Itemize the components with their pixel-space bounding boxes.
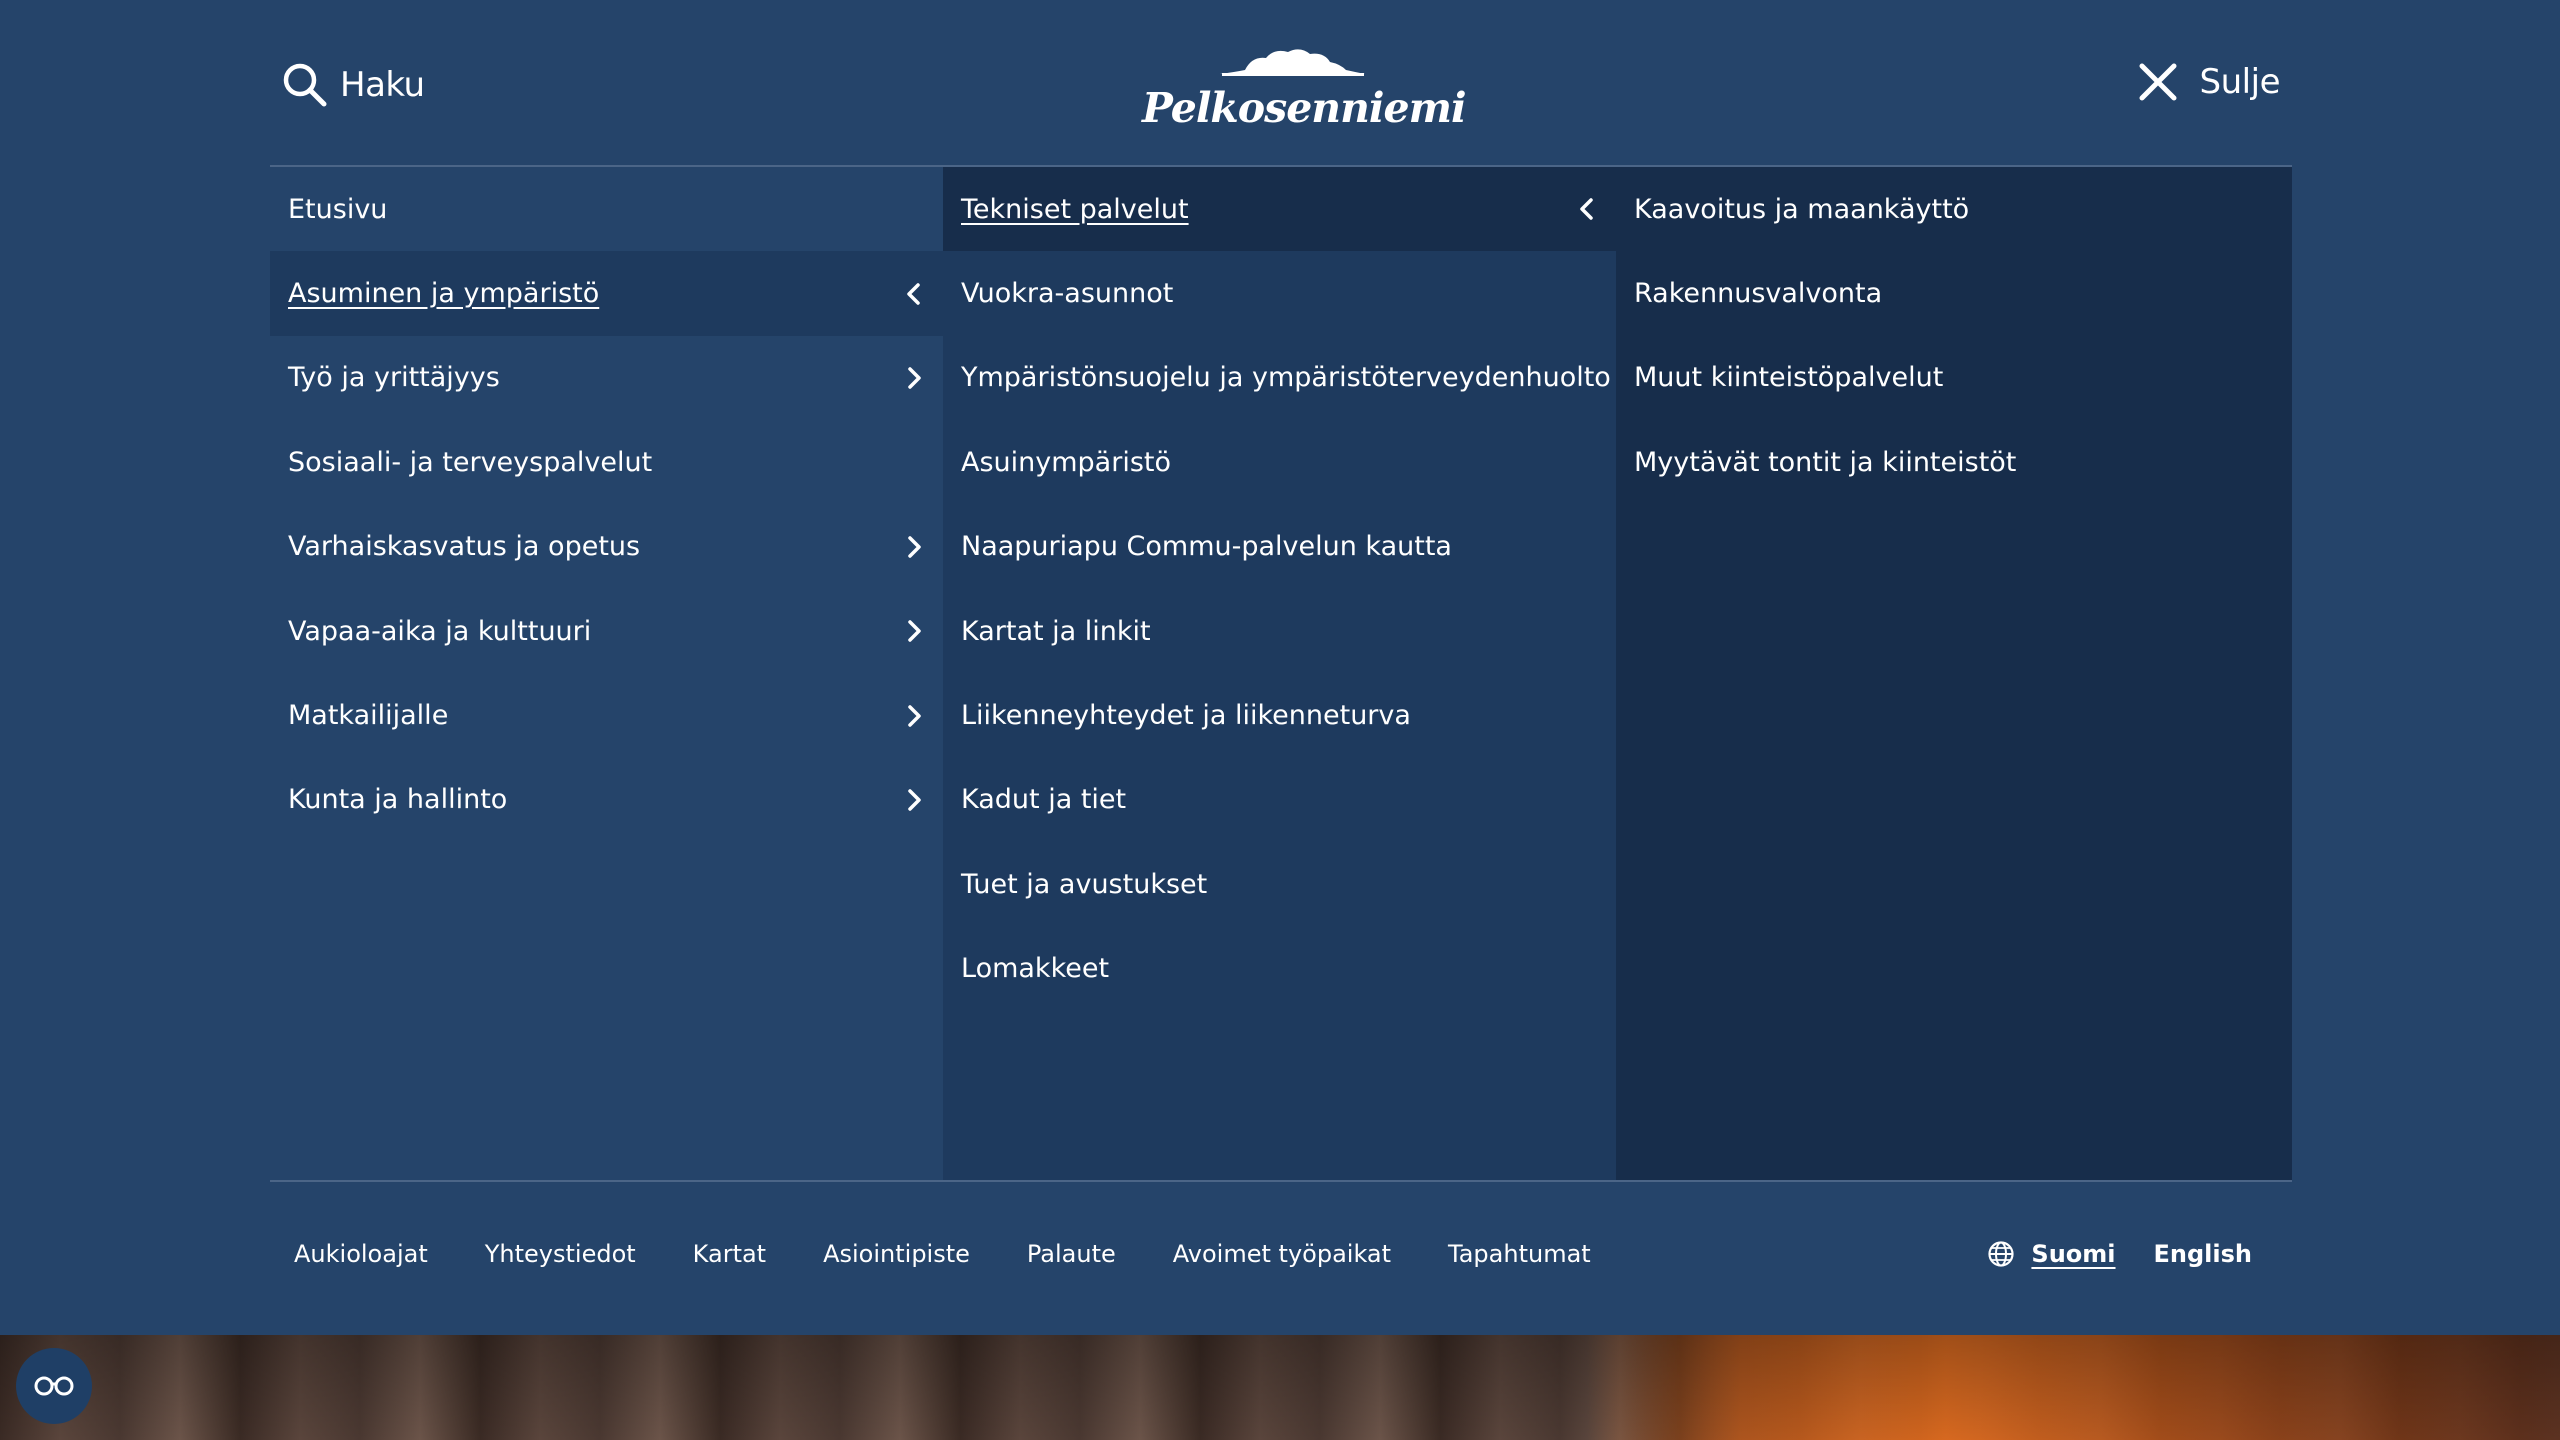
menu-item-label[interactable]: Vapaa-aika ja kulttuuri: [288, 616, 591, 647]
footer-link[interactable]: Asiointipiste: [823, 1240, 970, 1268]
accessibility-button[interactable]: [16, 1348, 92, 1424]
menu-item-l1[interactable]: Asuminen ja ympäristö: [270, 251, 943, 336]
chevron-right-icon[interactable]: [901, 618, 927, 644]
menu-item-l2[interactable]: Lomakkeet: [943, 927, 1616, 1011]
site-logo[interactable]: Pelkosenniemi: [1140, 46, 1467, 144]
chevron-right-icon[interactable]: [901, 787, 927, 813]
divider-bottom: [270, 1180, 2292, 1182]
menu-item-l3[interactable]: Kaavoitus ja maankäyttö: [1616, 167, 2292, 251]
menu-item-label[interactable]: Varhaiskasvatus ja opetus: [288, 531, 640, 562]
menu-item-l2[interactable]: Asuinympäristö: [943, 420, 1616, 504]
search-label: Haku: [340, 65, 425, 105]
menu-item-label[interactable]: Muut kiinteistöpalvelut: [1634, 362, 1943, 393]
footer-link[interactable]: Palaute: [1027, 1240, 1116, 1268]
background-photo-shade: [0, 1335, 2560, 1440]
menu-item-label[interactable]: Ympäristönsuojelu ja ympäristöterveydenh…: [961, 362, 1611, 393]
menu-item-l2[interactable]: Naapuriapu Commu-palvelun kautta: [943, 505, 1616, 589]
logo-cloud-icon: [1220, 49, 1365, 76]
navigation-overlay: Haku Pelkosenniemi Sulje Etusivu Asuminen…: [0, 0, 2560, 1335]
chevron-right-icon[interactable]: [901, 703, 927, 729]
menu-item-l1[interactable]: Matkailijalle: [270, 673, 943, 757]
menu-item-l2[interactable]: Vuokra-asunnot: [943, 251, 1616, 335]
menu-item-label[interactable]: Asuinympäristö: [961, 447, 1171, 478]
footer-link[interactable]: Yhteystiedot: [485, 1240, 636, 1268]
close-menu-button[interactable]: Sulje: [2136, 60, 2281, 104]
menu-item-l3[interactable]: Myytävät tontit ja kiinteistöt: [1616, 420, 2292, 504]
menu-item-label[interactable]: Liikenneyhteydet ja liikenneturva: [961, 700, 1411, 731]
menu-item-label[interactable]: Kunta ja hallinto: [288, 784, 507, 815]
menu-item-l1[interactable]: Vapaa-aika ja kulttuuri: [270, 589, 943, 673]
footer-link[interactable]: Avoimet työpaikat: [1173, 1240, 1391, 1268]
footer-link[interactable]: Kartat: [693, 1240, 766, 1268]
search-button[interactable]: Haku: [280, 60, 425, 110]
menu-item-l3[interactable]: Rakennusvalvonta: [1616, 251, 2292, 335]
language-switcher: Suomi English: [1987, 1240, 2252, 1268]
footer-link[interactable]: Tapahtumat: [1448, 1240, 1591, 1268]
menu-level-3: Kaavoitus ja maankäyttö Rakennusvalvonta M…: [1616, 167, 2292, 1180]
menu-item-label[interactable]: Rakennusvalvonta: [1634, 278, 1882, 309]
main-menu: Etusivu Asuminen ja ympäristö Työ ja yritt…: [270, 167, 2292, 1180]
footer-link[interactable]: Aukioloajat: [294, 1240, 428, 1268]
menu-level-1: Etusivu Asuminen ja ympäristö Työ ja yritt…: [270, 167, 943, 1180]
close-icon: [2139, 63, 2177, 101]
menu-item-label[interactable]: Sosiaali- ja terveyspalvelut: [288, 447, 652, 478]
logo-wordmark: Pelkosenniemi: [1142, 84, 1467, 132]
language-english[interactable]: English: [2154, 1240, 2252, 1268]
menu-item-l1[interactable]: Työ ja yrittäjyys: [270, 336, 943, 420]
menu-item-l2[interactable]: Ympäristönsuojelu ja ympäristöterveydenh…: [943, 336, 1616, 420]
header: Haku Pelkosenniemi Sulje: [270, 0, 2290, 166]
menu-item-label[interactable]: Lomakkeet: [961, 953, 1109, 984]
chevron-right-icon[interactable]: [901, 365, 927, 391]
menu-item-label[interactable]: Kadut ja tiet: [961, 784, 1126, 815]
menu-item-l1[interactable]: Varhaiskasvatus ja opetus: [270, 505, 943, 589]
menu-item-label[interactable]: Etusivu: [288, 194, 387, 225]
menu-item-label[interactable]: Vuokra-asunnot: [961, 278, 1173, 309]
menu-item-l2[interactable]: Tekniset palvelut: [943, 167, 1616, 252]
menu-item-label[interactable]: Naapuriapu Commu-palvelun kautta: [961, 531, 1452, 562]
search-icon: [283, 63, 327, 107]
menu-item-l2[interactable]: Tuet ja avustukset: [943, 842, 1616, 926]
menu-level-2: Tekniset palvelut Vuokra-asunnot Ympäristö…: [943, 167, 1616, 1180]
menu-item-l3[interactable]: Muut kiinteistöpalvelut: [1616, 336, 2292, 420]
menu-item-label[interactable]: Tekniset palvelut: [961, 194, 1189, 225]
menu-item-l1[interactable]: Etusivu: [270, 167, 943, 251]
menu-item-label[interactable]: Kaavoitus ja maankäyttö: [1634, 194, 1969, 225]
menu-item-label[interactable]: Myytävät tontit ja kiinteistöt: [1634, 447, 2016, 478]
menu-item-l2[interactable]: Kartat ja linkit: [943, 589, 1616, 673]
globe-icon: [1988, 1241, 2015, 1267]
language-suomi[interactable]: Suomi: [2031, 1240, 2115, 1268]
menu-item-l1[interactable]: Kunta ja hallinto: [270, 758, 943, 842]
menu-item-label[interactable]: Tuet ja avustukset: [961, 869, 1207, 900]
menu-item-label[interactable]: Kartat ja linkit: [961, 616, 1151, 647]
chevron-left-icon[interactable]: [901, 281, 927, 307]
menu-item-label[interactable]: Matkailijalle: [288, 700, 448, 731]
menu-item-l1[interactable]: Sosiaali- ja terveyspalvelut: [270, 420, 943, 504]
menu-item-l2[interactable]: Liikenneyhteydet ja liikenneturva: [943, 673, 1616, 757]
close-label: Sulje: [2199, 62, 2281, 102]
accessibility-glasses-icon: [34, 1376, 74, 1396]
footer-links: Aukioloajat Yhteystiedot Kartat Asiointipis…: [294, 1240, 1648, 1268]
menu-item-label[interactable]: Työ ja yrittäjyys: [288, 362, 500, 393]
menu-item-label[interactable]: Asuminen ja ympäristö: [288, 278, 599, 309]
chevron-right-icon[interactable]: [901, 534, 927, 560]
chevron-left-icon[interactable]: [1574, 196, 1600, 222]
menu-item-l2[interactable]: Kadut ja tiet: [943, 758, 1616, 842]
